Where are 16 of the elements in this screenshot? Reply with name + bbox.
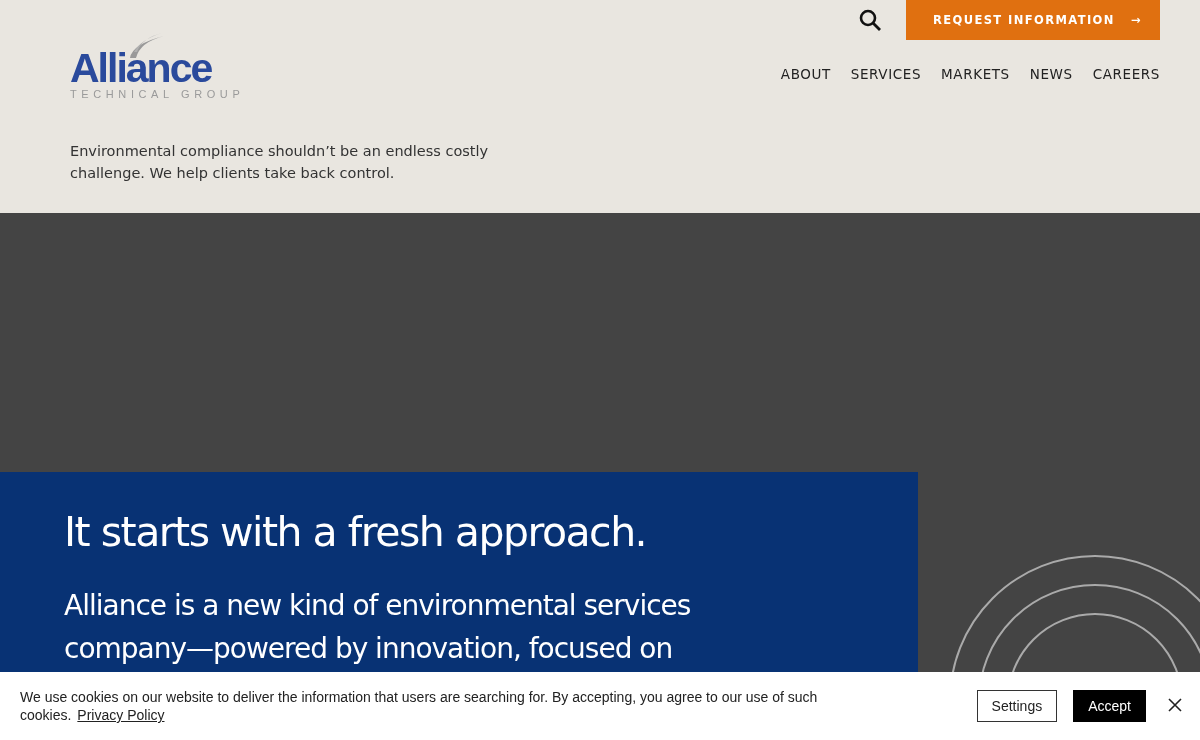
logo-name[interactable]: Alliance — [70, 48, 260, 88]
nav-link[interactable]: MARKETS — [941, 66, 1010, 82]
nav-link[interactable]: ABOUT — [780, 66, 831, 82]
settings-button[interactable]: Settings — [976, 690, 1058, 722]
search-icon[interactable] — [858, 8, 882, 32]
intro-text: Environmental compliance shouldn’t be an endless costly challenge. We help clients take back control. — [70, 142, 490, 183]
accept-button[interactable]: Accept — [1073, 690, 1146, 722]
cookie-text: We use cookies on our website to deliver the information that users are searching for. By accepting, you agree to our use of such cookies. Privacy Policy — [20, 688, 819, 724]
nav-link[interactable]: SERVICES — [850, 66, 922, 82]
nav-link[interactable]: NEWS — [1029, 66, 1073, 82]
logo-tagline: TECHNICAL GROUP — [70, 88, 246, 100]
close-icon[interactable] — [1168, 698, 1182, 712]
hero-text: Alliance is a new kind of environmental services company—powered by innovation, focused on — [64, 588, 692, 667]
hero-title: It starts with a fresh approach. — [64, 507, 648, 558]
privacy-policy-link[interactable]: Privacy Policy — [77, 707, 165, 723]
nav-link[interactable]: CAREERS — [1092, 66, 1160, 82]
